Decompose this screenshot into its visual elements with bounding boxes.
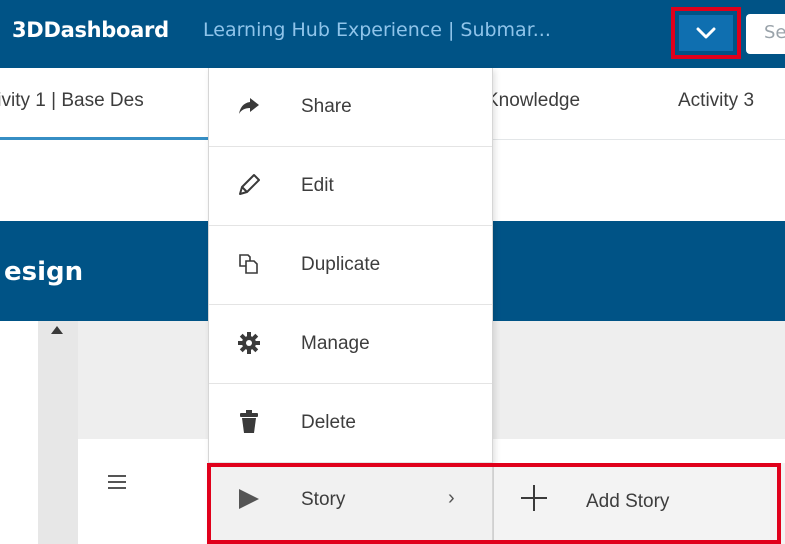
- gear-icon: [235, 329, 263, 357]
- tab-activity-3[interactable]: Activity 3: [678, 90, 754, 112]
- menu-item-edit[interactable]: Edit: [209, 147, 492, 226]
- menu-item-duplicate[interactable]: Duplicate: [209, 226, 492, 305]
- scrollbar[interactable]: [38, 321, 78, 544]
- tab-knowledge[interactable]: Knowledge: [486, 90, 580, 112]
- menu-item-label: Delete: [301, 412, 356, 433]
- brand-logo[interactable]: 3DDashboard: [12, 18, 169, 42]
- dashboard-dropdown-menu: Share Edit Duplicate Manage Delete Story…: [208, 68, 493, 544]
- scroll-up-arrow-icon[interactable]: [51, 326, 63, 334]
- chevron-right-icon: ›: [448, 487, 455, 509]
- banner-title: esign: [4, 257, 84, 287]
- tab-activity-1[interactable]: tivity 1 | Base Des: [0, 90, 144, 112]
- dashboard-menu-button-inner[interactable]: [679, 15, 733, 51]
- dashboard-title[interactable]: Learning Hub Experience | Submar...: [203, 19, 655, 41]
- duplicate-icon: [235, 250, 263, 278]
- menu-item-story[interactable]: Story ›: [209, 463, 492, 544]
- share-arrow-icon: [235, 92, 263, 120]
- app-window: 3DDashboard Learning Hub Experience | Su…: [0, 0, 785, 544]
- submenu-item-add-story[interactable]: Add Story: [494, 463, 785, 544]
- plus-icon: [521, 485, 547, 511]
- menu-item-label: Story: [301, 489, 346, 510]
- menu-item-manage[interactable]: Manage: [209, 305, 492, 384]
- menu-item-label: Duplicate: [301, 254, 381, 275]
- hamburger-menu-icon[interactable]: [108, 475, 126, 489]
- play-icon: [235, 485, 263, 513]
- chevron-down-icon: [696, 27, 716, 39]
- menu-item-delete[interactable]: Delete: [209, 384, 492, 463]
- trash-icon: [235, 408, 263, 436]
- menu-item-label: Edit: [301, 175, 334, 196]
- pencil-icon: [235, 171, 263, 199]
- add-story-label: Add Story: [586, 491, 670, 512]
- menu-item-label: Share: [301, 96, 352, 117]
- story-submenu: Add Story: [493, 463, 785, 544]
- top-bar: 3DDashboard Learning Hub Experience | Su…: [0, 0, 785, 68]
- search-input[interactable]: Se: [746, 14, 785, 54]
- menu-item-share[interactable]: Share: [209, 68, 492, 147]
- menu-item-label: Manage: [301, 333, 370, 354]
- active-tab-indicator: [0, 137, 210, 140]
- dashboard-menu-button[interactable]: [671, 7, 741, 59]
